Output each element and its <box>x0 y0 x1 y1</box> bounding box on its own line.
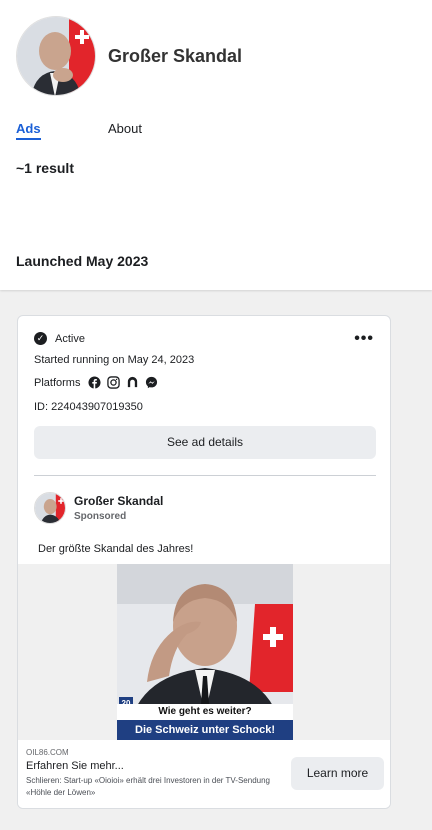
link-description: Schlieren: Start-up «Oioioi» erhält drei… <box>26 776 270 797</box>
platforms-label: Platforms <box>34 376 81 389</box>
tab-ads[interactable]: Ads <box>16 121 41 140</box>
tab-about[interactable]: About <box>108 121 142 136</box>
platforms-row: Platforms <box>34 376 158 389</box>
ad-id: ID: 224043907019350 <box>34 401 143 413</box>
profile-avatar[interactable] <box>16 16 96 96</box>
more-options-button[interactable]: ••• <box>354 330 374 348</box>
facebook-icon <box>88 376 102 389</box>
launched-heading: Launched May 2023 <box>16 253 149 269</box>
person-portrait-icon <box>17 17 95 95</box>
sponsored-label: Sponsored <box>74 511 127 522</box>
advertiser-avatar[interactable] <box>34 492 66 524</box>
started-running-text: Started running on May 24, 2023 <box>34 354 195 366</box>
instagram-icon <box>107 376 121 389</box>
status-row: ✓ Active <box>34 332 85 345</box>
messenger-icon <box>146 376 158 389</box>
link-domain: OIL86.COM <box>26 748 69 757</box>
ad-card: ✓ Active ••• Started running on May 24, … <box>17 315 391 809</box>
status-label: Active <box>55 332 85 345</box>
ad-body-text: Der größte Skandal des Jahres! <box>38 543 194 555</box>
creative-caption-top: Wie geht es weiter? <box>117 704 293 720</box>
divider <box>34 475 376 476</box>
ad-creative-image[interactable]: 20 Wie geht es weiter? Die Schweiz unter… <box>117 564 293 740</box>
check-circle-icon: ✓ <box>34 332 47 345</box>
ad-link-footer[interactable]: OIL86.COM Erfahren Sie mehr... Schlieren… <box>18 740 390 808</box>
link-headline: Erfahren Sie mehr... <box>26 760 124 772</box>
creative-caption-bottom: Die Schweiz unter Schock! <box>117 720 293 740</box>
page-title: Großer Skandal <box>108 46 243 66</box>
see-ad-details-button[interactable]: See ad details <box>34 426 376 459</box>
person-portrait-icon <box>35 493 65 523</box>
page-header: Großer Skandal Ads About ~1 result Launc… <box>0 0 432 290</box>
advertiser-name[interactable]: Großer Skandal <box>74 494 163 508</box>
learn-more-button[interactable]: Learn more <box>291 757 384 790</box>
audience-network-icon <box>128 376 138 388</box>
result-count: ~1 result <box>16 160 74 176</box>
